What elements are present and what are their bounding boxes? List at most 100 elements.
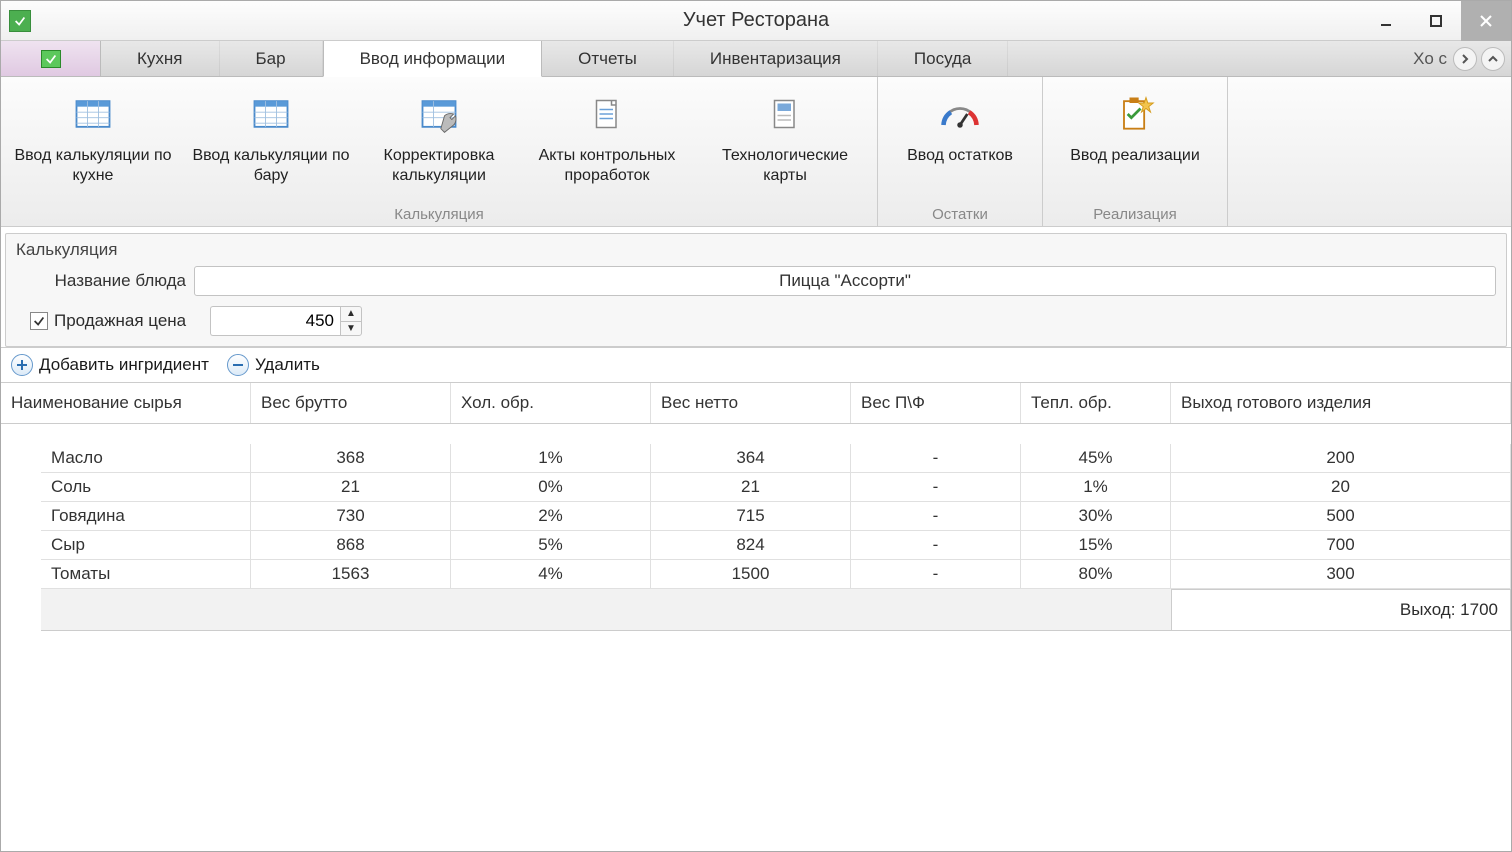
cell-name[interactable]: Томаты [41,560,251,589]
spinner-up-button[interactable]: ▲ [341,307,361,322]
sale-price-input[interactable] [210,306,340,336]
minimize-button[interactable] [1361,1,1411,41]
ribbon-acts-button[interactable]: Акты контрольных проработок [519,83,695,193]
cell-name[interactable]: Сыр [41,531,251,560]
tab-reports[interactable]: Отчеты [542,41,674,76]
col-net[interactable]: Вес нетто [651,383,851,423]
delete-ingredient-label: Удалить [255,355,320,375]
chevron-right-icon [1460,54,1470,64]
cell-net[interactable]: 364 [651,444,851,473]
app-window: Учет Ресторана Кухня Бар Ввод информации… [0,0,1512,852]
tab-inventory[interactable]: Инвентаризация [674,41,878,76]
col-out[interactable]: Выход готового изделия [1171,383,1511,423]
table-row[interactable]: Соль210%21-1%20 [41,473,1511,502]
cell-pf[interactable]: - [851,531,1021,560]
cell-name[interactable]: Соль [41,473,251,502]
ribbon-group-label: Калькуляция [5,204,873,224]
cell-name[interactable]: Масло [41,444,251,473]
minus-icon [227,354,249,376]
maximize-button[interactable] [1411,1,1461,41]
cell-heat[interactable]: 15% [1021,531,1171,560]
close-icon [1479,14,1493,28]
ribbon-button-label: Корректировка калькуляции [366,146,512,186]
cell-cold[interactable]: 2% [451,502,651,531]
tab-input-info[interactable]: Ввод информации [323,41,543,77]
check-icon [41,50,61,68]
cell-out[interactable]: 20 [1171,473,1511,502]
add-ingredient-button[interactable]: Добавить ингридиент [11,354,209,376]
delete-ingredient-button[interactable]: Удалить [227,354,320,376]
col-heat[interactable]: Тепл. обр. [1021,383,1171,423]
cell-gross[interactable]: 868 [251,531,451,560]
ribbon-calc-bar-button[interactable]: Ввод калькуляции по бару [183,83,359,193]
table-header: Наименование сырья Вес брутто Хол. обр. … [1,383,1511,424]
cell-heat[interactable]: 80% [1021,560,1171,589]
cell-out[interactable]: 200 [1171,444,1511,473]
table-row[interactable]: Масло3681%364-45%200 [41,444,1511,473]
tab-dishes[interactable]: Посуда [878,41,1008,76]
ribbon-remains-input-button[interactable]: Ввод остатков [882,83,1038,173]
cell-out[interactable]: 500 [1171,502,1511,531]
cell-cold[interactable]: 4% [451,560,651,589]
col-cold[interactable]: Хол. обр. [451,383,651,423]
ribbon-group-label: Реализация [1047,204,1223,224]
ribbon-button-label: Акты контрольных проработок [524,146,690,186]
table-row[interactable]: Сыр8685%824-15%700 [41,531,1511,560]
col-gross[interactable]: Вес брутто [251,383,451,423]
cell-gross[interactable]: 730 [251,502,451,531]
cell-gross[interactable]: 368 [251,444,451,473]
cell-gross[interactable]: 21 [251,473,451,502]
grid-wrench-icon [415,90,463,138]
ribbon-calc-correct-button[interactable]: Корректировка калькуляции [361,83,517,193]
close-button[interactable] [1461,1,1511,41]
gauge-icon [936,90,984,138]
sale-price-spinner[interactable]: ▲ ▼ [210,306,362,336]
cell-cold[interactable]: 0% [451,473,651,502]
cell-pf[interactable]: - [851,473,1021,502]
ribbon-group-label: Остатки [882,204,1038,224]
spinner-down-button[interactable]: ▼ [341,322,361,336]
summary-row: Выход: 1700 [41,589,1511,631]
cell-net[interactable]: 21 [651,473,851,502]
calculation-panel: Калькуляция Название блюда Продажная цен… [5,233,1507,347]
tab-kitchen[interactable]: Кухня [101,41,220,76]
ribbon-techcards-button[interactable]: Технологические карты [697,83,873,193]
plus-icon [11,354,33,376]
table-row[interactable]: Говядина7302%715-30%500 [41,502,1511,531]
sale-price-checkbox[interactable] [30,312,48,330]
tab-bar[interactable]: Бар [220,41,323,76]
cell-net[interactable]: 824 [651,531,851,560]
cell-pf[interactable]: - [851,560,1021,589]
grid-icon [247,90,295,138]
ribbon-button-label: Ввод реализации [1070,146,1200,166]
table-row[interactable]: Томаты15634%1500-80%300 [41,560,1511,589]
cell-heat[interactable]: 45% [1021,444,1171,473]
cell-heat[interactable]: 30% [1021,502,1171,531]
cell-cold[interactable]: 5% [451,531,651,560]
home-tab[interactable] [1,41,101,76]
maximize-icon [1430,15,1442,27]
cell-pf[interactable]: - [851,444,1021,473]
cell-net[interactable]: 1500 [651,560,851,589]
cell-cold[interactable]: 1% [451,444,651,473]
output-total: Выход: 1700 [1171,589,1511,631]
ribbon-calc-kitchen-button[interactable]: Ввод калькуляции по кухне [5,83,181,193]
grid-icon [69,90,117,138]
tab-scroll-right-button[interactable] [1453,47,1477,71]
cell-net[interactable]: 715 [651,502,851,531]
cell-heat[interactable]: 1% [1021,473,1171,502]
col-pf[interactable]: Вес П\Ф [851,383,1021,423]
cell-gross[interactable]: 1563 [251,560,451,589]
ribbon-group-calculation: Ввод калькуляции по кухне Ввод калькуляц… [1,77,878,226]
ingredients-table: Наименование сырья Вес брутто Хол. обр. … [1,383,1511,851]
cell-name[interactable]: Говядина [41,502,251,531]
panel-title: Калькуляция [6,234,1506,266]
collapse-ribbon-button[interactable] [1481,47,1505,71]
cell-out[interactable]: 300 [1171,560,1511,589]
col-name[interactable]: Наименование сырья [1,383,251,423]
ribbon-realization-input-button[interactable]: Ввод реализации [1047,83,1223,173]
cell-out[interactable]: 700 [1171,531,1511,560]
dish-name-input[interactable] [194,266,1496,296]
titlebar: Учет Ресторана [1,1,1511,41]
cell-pf[interactable]: - [851,502,1021,531]
